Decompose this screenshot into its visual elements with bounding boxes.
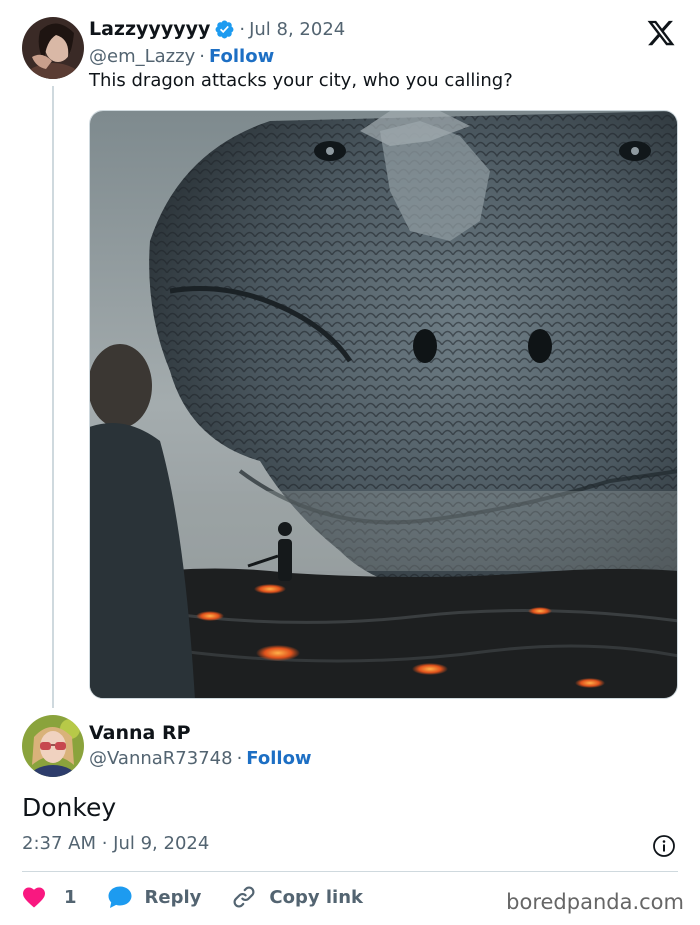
heart-icon — [23, 887, 45, 908]
like-count: 1 — [64, 886, 77, 908]
tweet-image[interactable] — [89, 110, 678, 699]
reply-bubble-icon — [108, 886, 132, 908]
separator-dot: · — [199, 45, 205, 67]
reply-label: Reply — [144, 886, 202, 908]
reply-text: Donkey — [22, 793, 117, 822]
like-button[interactable]: 1 — [22, 886, 77, 908]
copy-link-button[interactable]: Copy link — [231, 884, 363, 910]
watermark: boredpanda.com — [506, 890, 684, 914]
divider — [22, 871, 678, 872]
author-name[interactable]: Lazzyyyyyy — [89, 18, 210, 40]
x-logo-icon[interactable] — [646, 18, 676, 48]
reply-header: Vanna RP — [89, 720, 191, 746]
link-icon — [233, 886, 255, 908]
tweet-date[interactable]: Jul 8, 2024 — [249, 19, 345, 40]
follow-button[interactable]: Follow — [209, 46, 274, 67]
reply-author-name[interactable]: Vanna RP — [89, 722, 191, 744]
reply-author-avatar[interactable] — [22, 715, 84, 777]
reply-handle-row: @VannaR73748 · Follow — [89, 746, 312, 770]
separator-dot: · — [236, 747, 243, 769]
author-avatar[interactable] — [22, 17, 84, 79]
reply-timestamp[interactable]: 2:37 AM · Jul 9, 2024 — [22, 833, 209, 854]
verified-badge-icon — [215, 20, 234, 38]
separator-dot: · — [239, 18, 246, 40]
info-icon[interactable] — [652, 834, 676, 858]
reply-button[interactable]: Reply — [107, 885, 202, 909]
reply-author-handle[interactable]: @VannaR73748 — [89, 748, 233, 769]
copy-link-label: Copy link — [269, 886, 363, 908]
author-handle[interactable]: @em_Lazzy — [89, 46, 195, 67]
thread-connector — [52, 86, 54, 708]
reply-follow-button[interactable]: Follow — [246, 748, 311, 769]
tweet-header: Lazzyyyyyy · Jul 8, 2024 — [89, 16, 345, 42]
tweet-handle-row: @em_Lazzy · Follow — [89, 44, 274, 68]
action-bar: 1 Reply Copy link — [22, 882, 363, 912]
tweet-text: This dragon attacks your city, who you c… — [89, 70, 513, 91]
